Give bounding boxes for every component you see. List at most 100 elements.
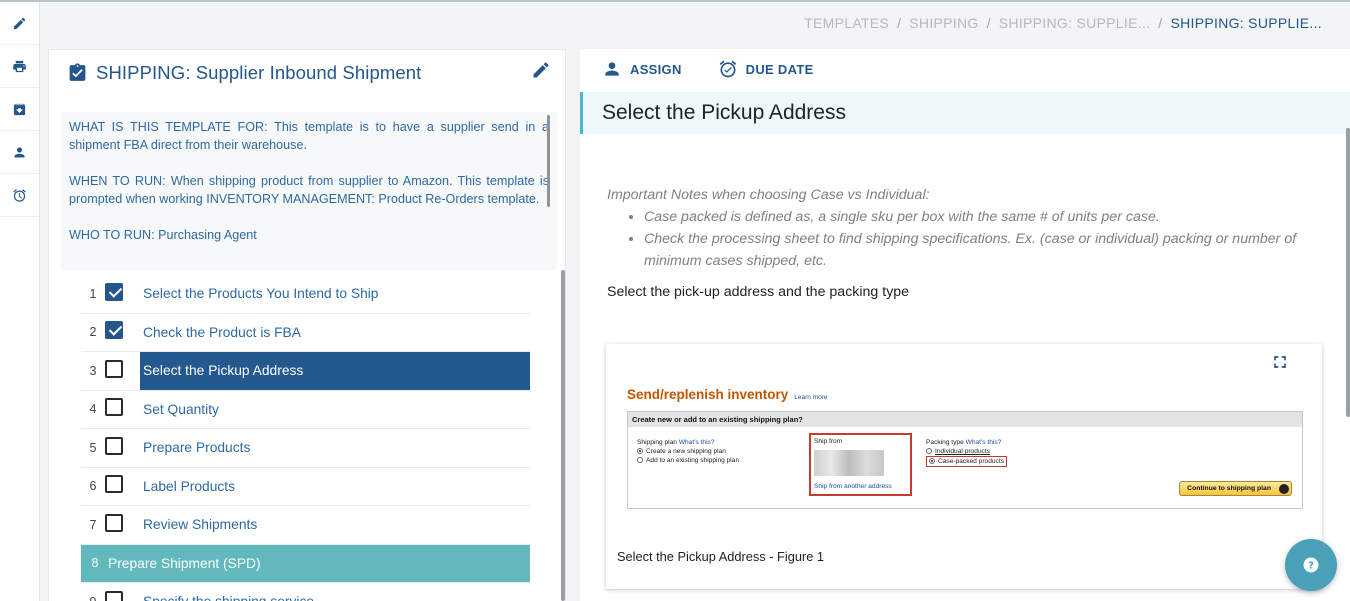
alarm-check-icon bbox=[719, 60, 736, 78]
radio-icon bbox=[926, 448, 932, 454]
step-checkbox[interactable] bbox=[105, 590, 123, 601]
rail-alarm-button[interactable] bbox=[0, 174, 39, 217]
step-item-3[interactable]: 3 Select the Pickup Address bbox=[81, 352, 530, 391]
important-notes: Important Notes when choosing Case vs In… bbox=[607, 184, 1317, 272]
step-checkbox[interactable] bbox=[105, 436, 123, 455]
figure-continue-button: Continue to shipping plan bbox=[1179, 481, 1292, 496]
note-item: Check the processing sheet to find shipp… bbox=[644, 228, 1317, 272]
step-item-9[interactable]: 9 Specify the shipping service bbox=[81, 583, 530, 601]
step-header: Select the Pickup Address bbox=[580, 92, 1350, 134]
step-item-5[interactable]: 5 Prepare Products bbox=[81, 429, 530, 468]
breadcrumb-current: SHIPPING: SUPPLIE... bbox=[1170, 15, 1322, 31]
step-checkbox[interactable] bbox=[105, 282, 123, 301]
figure-packing-type: Packing type What's this? Individual pro… bbox=[926, 438, 1007, 467]
step-checkbox[interactable] bbox=[105, 475, 123, 494]
radio-icon bbox=[929, 458, 935, 464]
step-checkbox[interactable] bbox=[105, 513, 123, 532]
figure-caption: Select the Pickup Address - Figure 1 bbox=[617, 549, 824, 564]
step-number: 9 bbox=[85, 595, 101, 601]
help-button[interactable]: ? bbox=[1285, 539, 1337, 591]
description-when: WHEN TO RUN: When shipping product from … bbox=[69, 174, 549, 206]
step-number: 7 bbox=[89, 517, 97, 532]
step-checkbox[interactable] bbox=[105, 321, 123, 340]
step-list-scrollbar[interactable] bbox=[561, 270, 565, 601]
person-icon bbox=[605, 62, 619, 76]
step-item-1[interactable]: 1 Select the Products You Intend to Ship bbox=[81, 275, 530, 314]
section-label: Prepare Shipment (SPD) bbox=[108, 555, 261, 571]
step-label: Select the Products You Intend to Ship bbox=[143, 286, 379, 302]
step-list: 1 Select the Products You Intend to Ship… bbox=[81, 275, 530, 601]
figure-card: Send/replenish inventory Learn more Creat… bbox=[606, 344, 1322, 589]
step-label: Check the Product is FBA bbox=[143, 324, 301, 340]
step-title: Select the Pickup Address bbox=[602, 101, 846, 124]
alarm-icon bbox=[13, 188, 26, 202]
step-number: 4 bbox=[89, 402, 97, 417]
person-icon bbox=[14, 147, 25, 157]
figure-ship-from: Ship from Ship from another address bbox=[809, 433, 912, 496]
template-title: SHIPPING: Supplier Inbound Shipment bbox=[96, 62, 422, 83]
due-date-label: DUE DATE bbox=[745, 61, 814, 77]
description-scrollbar[interactable] bbox=[547, 115, 550, 207]
pencil-icon bbox=[533, 62, 549, 78]
action-bar: ASSIGN DUE DATE bbox=[602, 59, 814, 79]
print-icon bbox=[13, 60, 26, 72]
description-who: WHO TO RUN: Purchasing Agent bbox=[69, 228, 257, 242]
step-number: 8 bbox=[91, 556, 99, 571]
step-detail-panel: ASSIGN DUE DATE Select the Pickup Addres… bbox=[580, 49, 1350, 601]
edit-icon bbox=[13, 17, 26, 29]
step-label: Review Shipments bbox=[143, 517, 258, 533]
radio-icon bbox=[637, 448, 643, 454]
figure-screenshot: Send/replenish inventory Learn more Creat… bbox=[627, 387, 1303, 509]
blurred-address bbox=[814, 450, 884, 476]
clipboard-check-icon bbox=[69, 63, 86, 81]
template-description: WHAT IS THIS TEMPLATE FOR: This template… bbox=[61, 112, 557, 270]
due-date-button[interactable]: DUE DATE bbox=[718, 59, 814, 79]
step-number: 3 bbox=[89, 363, 97, 378]
detail-scrollbar[interactable] bbox=[1346, 128, 1350, 417]
top-border bbox=[0, 0, 1350, 2]
figure-title: Send/replenish inventory bbox=[627, 387, 789, 402]
note-item: Case packed is defined as, a single sku … bbox=[644, 206, 1317, 228]
step-item-4[interactable]: 4 Set Quantity bbox=[81, 391, 530, 429]
rail-print-button[interactable] bbox=[0, 45, 39, 88]
step-section-8[interactable]: 8 Prepare Shipment (SPD) bbox=[81, 544, 530, 583]
step-label: Specify the shipping service bbox=[140, 583, 530, 601]
step-checkbox[interactable] bbox=[105, 359, 123, 378]
figure-plan-options: Shipping plan What's this? Create a new … bbox=[637, 439, 740, 464]
assign-button[interactable]: ASSIGN bbox=[602, 59, 682, 79]
notes-heading: Important Notes when choosing Case vs In… bbox=[607, 187, 930, 203]
description-what: WHAT IS THIS TEMPLATE FOR: This template… bbox=[69, 120, 549, 152]
step-number: 6 bbox=[89, 479, 97, 494]
rail-archive-button[interactable] bbox=[0, 88, 39, 131]
rail-edit-button[interactable] bbox=[0, 2, 39, 45]
step-checkbox[interactable] bbox=[105, 398, 123, 417]
breadcrumb-shipping[interactable]: SHIPPING bbox=[909, 15, 978, 31]
step-label: Set Quantity bbox=[143, 401, 219, 417]
step-label: Select the Pickup Address bbox=[140, 352, 530, 390]
svg-text:?: ? bbox=[1308, 560, 1314, 571]
step-label: Prepare Products bbox=[143, 440, 251, 456]
archive-icon bbox=[13, 103, 26, 115]
step-instruction: Select the pick-up address and the packi… bbox=[607, 284, 910, 300]
fullscreen-icon bbox=[1274, 356, 1286, 368]
step-number: 5 bbox=[89, 440, 97, 455]
expand-figure-button[interactable] bbox=[1270, 352, 1290, 372]
icon-rail bbox=[0, 2, 40, 601]
step-item-7[interactable]: 7 Review Shipments bbox=[81, 506, 530, 545]
rail-person-button[interactable] bbox=[0, 131, 39, 174]
step-number: 2 bbox=[89, 325, 97, 340]
figure-learn-more: Learn more bbox=[794, 394, 828, 401]
breadcrumb: TEMPLATES / SHIPPING / SHIPPING: SUPPLIE… bbox=[804, 15, 1322, 31]
step-number: 1 bbox=[89, 286, 97, 301]
breadcrumb-templates[interactable]: TEMPLATES bbox=[804, 15, 889, 31]
breadcrumb-shipping-supplier[interactable]: SHIPPING: SUPPLIE... bbox=[999, 15, 1151, 31]
radio-icon bbox=[637, 457, 643, 463]
step-item-2[interactable]: 2 Check the Product is FBA bbox=[81, 314, 530, 352]
help-icon: ? bbox=[1303, 557, 1319, 573]
assign-label: ASSIGN bbox=[630, 61, 682, 77]
edit-template-button[interactable] bbox=[531, 60, 553, 82]
template-panel: SHIPPING: Supplier Inbound Shipment WHAT… bbox=[48, 49, 566, 601]
figure-question: Create new or add to an existing shippin… bbox=[628, 412, 1302, 427]
step-label: Label Products bbox=[143, 478, 236, 494]
step-item-6[interactable]: 6 Label Products bbox=[81, 468, 530, 506]
